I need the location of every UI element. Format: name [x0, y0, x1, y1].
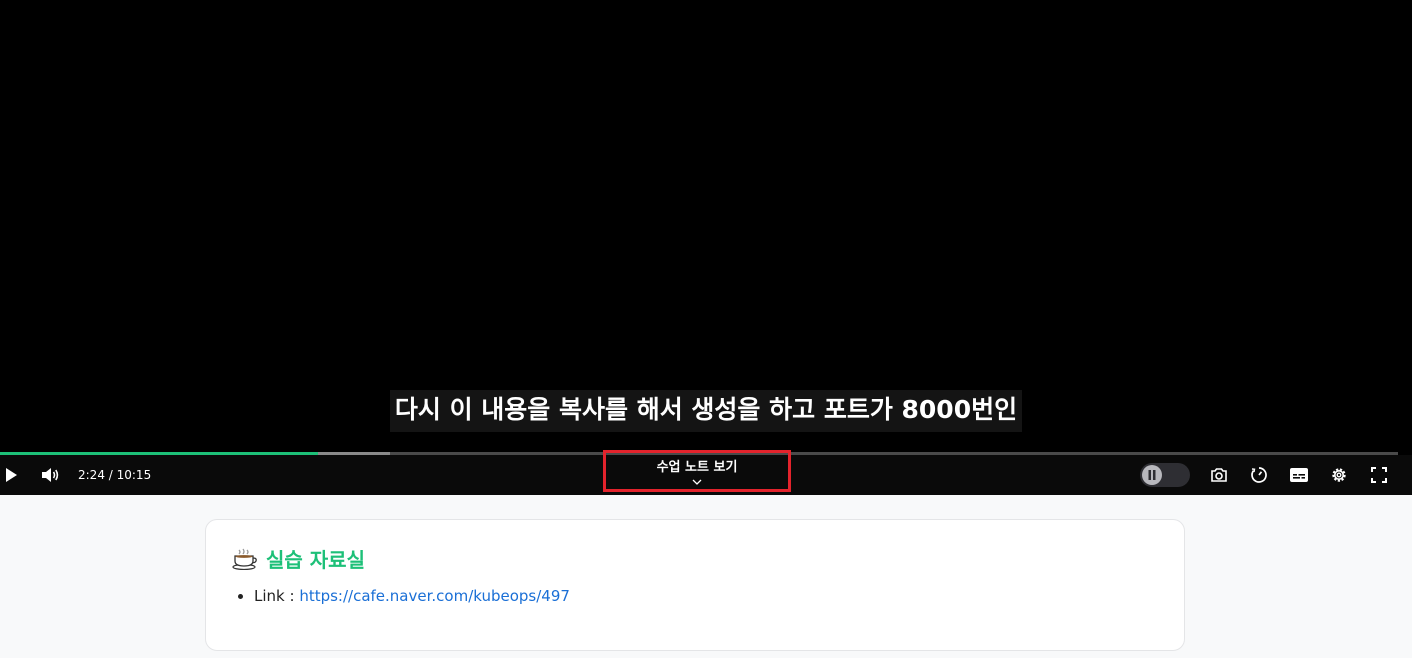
video-player[interactable]: 다시 이 내용을 복사를 해서 생성을 하고 포트가 8000번인 2:24 /… — [0, 0, 1412, 495]
playback-speed-icon — [1251, 467, 1267, 483]
fullscreen-icon — [1371, 467, 1387, 483]
chevron-down-icon — [692, 476, 702, 485]
fullscreen-button[interactable] — [1367, 455, 1391, 495]
settings-button[interactable] — [1327, 455, 1351, 495]
volume-button[interactable] — [38, 455, 62, 495]
player-controls: 2:24 / 10:15 수업 노트 보기 — [0, 450, 1412, 495]
lecture-note-card: 실습 자료실 Link : https://cafe.naver.com/kub… — [205, 519, 1185, 651]
volume-icon — [42, 468, 59, 482]
note-title-text: 실습 자료실 — [266, 548, 365, 572]
screenshot-button[interactable] — [1207, 455, 1231, 495]
subtitles-icon — [1290, 468, 1308, 482]
camera-icon — [1211, 468, 1227, 482]
class-notes-label: 수업 노트 보기 — [656, 459, 738, 475]
link-label: Link : — [254, 587, 300, 605]
resource-link[interactable]: https://cafe.naver.com/kubeops/497 — [299, 587, 570, 605]
subtitle-container: 다시 이 내용을 복사를 해서 생성을 하고 포트가 8000번인 — [0, 390, 1412, 432]
note-title: 실습 자료실 — [232, 544, 365, 573]
list-item: Link : https://cafe.naver.com/kubeops/49… — [254, 587, 570, 605]
pause-icon — [1142, 465, 1162, 485]
note-list: Link : https://cafe.naver.com/kubeops/49… — [254, 587, 570, 605]
autoplay-toggle[interactable] — [1140, 463, 1190, 487]
playback-speed-button[interactable] — [1247, 455, 1271, 495]
coffee-icon — [232, 548, 258, 570]
play-icon — [6, 468, 17, 482]
class-notes-button[interactable]: 수업 노트 보기 — [603, 450, 791, 492]
subtitle-text: 다시 이 내용을 복사를 해서 생성을 하고 포트가 8000번인 — [389, 390, 1023, 432]
play-button[interactable] — [0, 455, 22, 495]
time-display: 2:24 / 10:15 — [78, 468, 152, 482]
gear-icon — [1332, 468, 1346, 482]
subtitles-button[interactable] — [1287, 455, 1311, 495]
